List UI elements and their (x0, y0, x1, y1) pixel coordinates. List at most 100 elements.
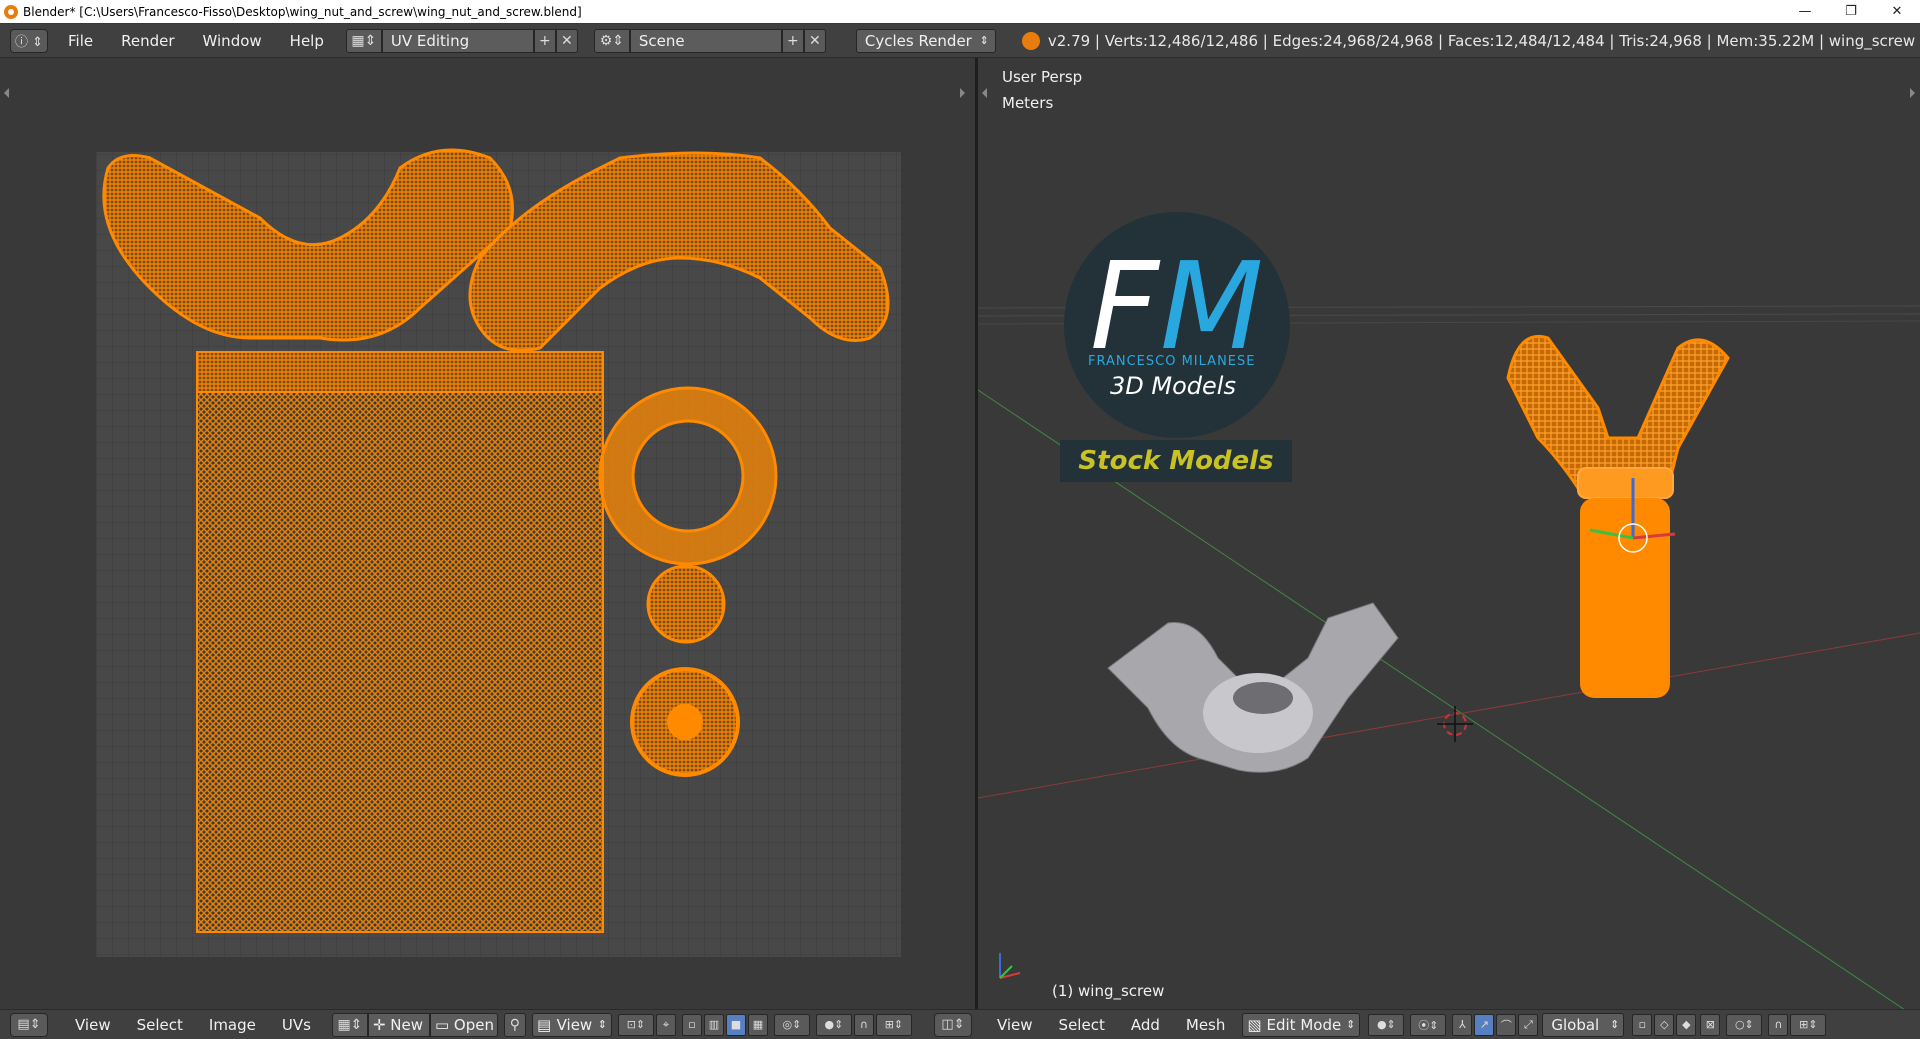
blender-logo-icon (1021, 31, 1040, 50)
menu-render[interactable]: Render (107, 32, 188, 50)
proportional-editing-icon: ○⇕ (1734, 1018, 1754, 1031)
menu-file[interactable]: File (54, 32, 107, 50)
3d-viewport-canvas[interactable] (978, 58, 1920, 1009)
proportional-edit-button[interactable]: ◎⇕ (773, 1013, 810, 1036)
magnet-icon: ∩ (859, 1018, 868, 1031)
wing-nut-object (1107, 602, 1399, 773)
delete-scene-button[interactable]: ✕ (803, 28, 826, 53)
limit-selection-icon: ⊠ (1705, 1018, 1715, 1031)
open-image-label: Open (453, 1015, 494, 1034)
pivot-button[interactable]: ⊡⇕ (617, 1013, 654, 1036)
scene-statistics: v2.79 | Verts:12,486/12,486 | Edges:24,9… (1047, 31, 1916, 50)
uv-menu-uvs[interactable]: UVs (269, 1016, 324, 1034)
3d-viewport[interactable]: User Persp Meters (1) wing_screw (978, 58, 1920, 1009)
proportional-icon: ◎⇕ (782, 1018, 802, 1031)
select-vertex-mode-button[interactable]: ▫ (1632, 1013, 1653, 1036)
pin-image-button[interactable]: ⚲ (503, 1012, 526, 1037)
view-mode-icon: ▤ (536, 1015, 552, 1034)
uv-select-face-button[interactable]: ■ (725, 1013, 746, 1036)
editor-type-info-button[interactable]: ⓘ ⇕ (10, 28, 48, 53)
uv-snap-element-button[interactable]: ⊞⇕ (875, 1013, 912, 1036)
region-toggle-right-icon[interactable] (1910, 88, 1915, 98)
plus-icon: + (787, 32, 799, 49)
render-engine-dropdown[interactable]: Cycles Render ⇕ (855, 28, 996, 53)
open-image-button[interactable]: ▭ Open (429, 1012, 498, 1037)
minimize-button[interactable]: — (1782, 0, 1828, 23)
uv-select-vertex-button[interactable]: ▫ (681, 1013, 702, 1036)
uv-editor-type-button[interactable]: ▤⇕ (10, 1012, 48, 1037)
region-toggle-left-icon[interactable] (982, 88, 987, 98)
cursor-icon: ⌖ (662, 1017, 670, 1031)
proportional-editing-button[interactable]: ○⇕ (1726, 1013, 1763, 1036)
uv-select-island-button[interactable]: ▦ (747, 1013, 768, 1036)
region-toggle-right-icon[interactable] (960, 88, 965, 98)
3d-cursor[interactable] (1437, 706, 1473, 742)
snap-magnet-icon: ∩ (1774, 1018, 1783, 1031)
select-edge-mode-button[interactable]: ◇ (1654, 1013, 1675, 1036)
pivot-point-icon: ⦿⇕ (1418, 1018, 1439, 1032)
uv-menu-image[interactable]: Image (196, 1016, 269, 1034)
rotate-manipulator-button[interactable]: ⌒ (1496, 1013, 1517, 1036)
translate-manipulator-button[interactable]: ↗ (1474, 1013, 1495, 1036)
image-browse-button[interactable]: ▦⇕ (331, 1012, 368, 1037)
3d-menu-select[interactable]: Select (1046, 1016, 1118, 1034)
manipulator-toggle-button[interactable]: ⅄ (1452, 1013, 1473, 1036)
dropdown-arrows-icon: ⇕ (1346, 1018, 1356, 1031)
viewport-shading-button[interactable]: ●⇕ (1368, 1013, 1405, 1036)
close-button[interactable]: ✕ (1874, 0, 1920, 23)
interaction-mode-label: Edit Mode (1266, 1015, 1342, 1034)
main-menu: File Render Window Help (54, 32, 338, 50)
interaction-mode-dropdown[interactable]: ▧ Edit Mode ⇕ (1242, 1012, 1361, 1037)
3d-menu-mesh[interactable]: Mesh (1173, 1016, 1239, 1034)
screen-layout-browse-button[interactable]: ▦⇕ (345, 28, 382, 53)
pivot-point-button[interactable]: ⦿⇕ (1410, 1013, 1447, 1036)
snap-toggle-button[interactable]: ∩ (1768, 1013, 1789, 1036)
wing-screw-object (1506, 335, 1730, 698)
3d-menu-add[interactable]: Add (1118, 1016, 1173, 1034)
region-toggle-left-icon[interactable] (4, 88, 9, 98)
sticky-selection-button[interactable]: ⌖ (655, 1013, 676, 1036)
pin-icon: ⚲ (509, 1016, 521, 1033)
uv-magnet-button[interactable]: ∩ (853, 1013, 874, 1036)
menu-window[interactable]: Window (189, 32, 276, 50)
uv-snap-button[interactable]: ●⇕ (815, 1013, 852, 1036)
x-icon: ✕ (809, 32, 821, 49)
snap-icon: ●⇕ (824, 1018, 844, 1031)
logo-subtitle: FRANCESCO MILANESE (1088, 354, 1256, 369)
add-screen-button[interactable]: + (533, 28, 556, 53)
new-image-button[interactable]: ✛ New (367, 1012, 430, 1037)
face-select-icon: ◆ (1682, 1018, 1691, 1031)
uv-menu-view[interactable]: View (62, 1016, 124, 1034)
uv-canvas[interactable] (0, 58, 975, 1009)
maximize-button[interactable]: ❐ (1828, 0, 1874, 23)
3d-menu-view[interactable]: View (984, 1016, 1046, 1034)
scene-icon: ⚙⇕ (599, 32, 625, 49)
dropdown-arrows-icon: ⇕ (597, 1018, 607, 1031)
transform-orientation-label: Global (1551, 1015, 1600, 1034)
transform-orientation-dropdown[interactable]: Global ⇕ (1542, 1012, 1625, 1037)
scene-browse-button[interactable]: ⚙⇕ (593, 28, 630, 53)
select-face-mode-button[interactable]: ◆ (1676, 1013, 1697, 1036)
delete-screen-button[interactable]: ✕ (555, 28, 578, 53)
limit-selection-button[interactable]: ⊠ (1700, 1013, 1721, 1036)
uv-image-editor[interactable] (0, 58, 975, 1009)
menu-help[interactable]: Help (276, 32, 338, 50)
uv-select-edge-button[interactable]: ▥ (703, 1013, 724, 1036)
add-scene-button[interactable]: + (781, 28, 804, 53)
screen-layout-field[interactable]: UV Editing (381, 28, 534, 53)
plus-icon: ✛ (372, 1015, 391, 1034)
folder-icon: ▭ (434, 1015, 454, 1034)
scale-manipulator-button[interactable]: ⤢ (1518, 1013, 1539, 1036)
screen-layout-icon: ▦⇕ (351, 32, 377, 49)
uv-editor-menu: View Select Image UVs (62, 1016, 324, 1034)
uv-view-mode-dropdown[interactable]: ▤ View ⇕ (531, 1012, 612, 1037)
snap-increment-icon: ⊞⇕ (1799, 1018, 1818, 1031)
screen-layout-name: UV Editing (390, 31, 470, 50)
3d-editor-type-button[interactable]: ◫⇕ (933, 1012, 972, 1037)
uv-island-cap-large (630, 667, 740, 777)
view-mode-label: View (556, 1015, 593, 1034)
snap-element-button[interactable]: ⊞⇕ (1790, 1013, 1827, 1036)
scene-field[interactable]: Scene (629, 28, 782, 53)
uv-menu-select[interactable]: Select (124, 1016, 196, 1034)
plus-icon: + (539, 32, 551, 49)
